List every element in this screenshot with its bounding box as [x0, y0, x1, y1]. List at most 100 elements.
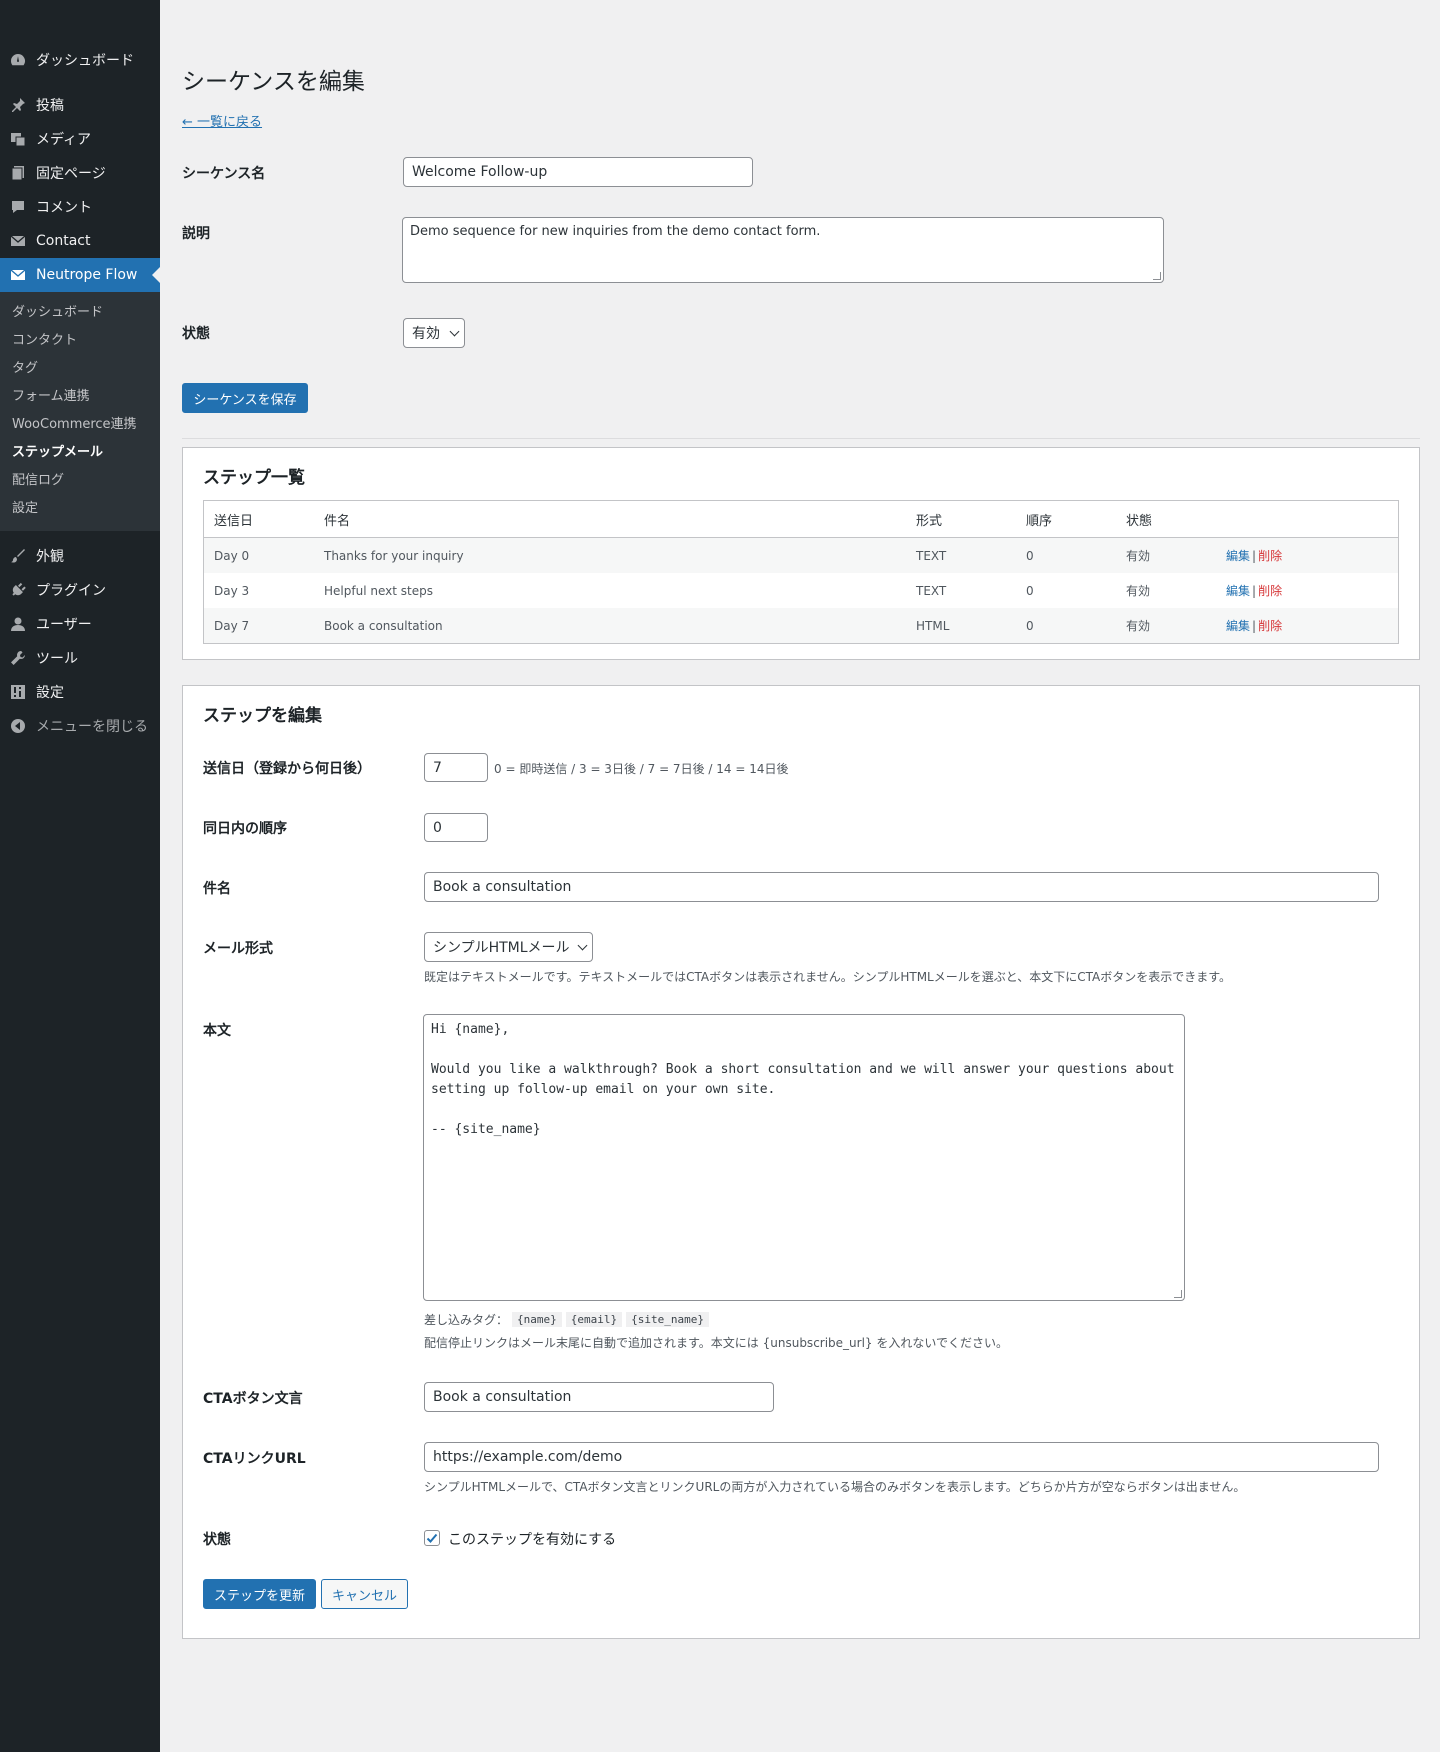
step-enabled-label[interactable]: このステップを有効にする [448, 1529, 616, 1549]
step-edit-card: ステップを編集 送信日（登録から何日後） 7 0 = 即時送信 / 3 = 3日… [182, 685, 1420, 1639]
cell-actions: 編集 | 削除 [1216, 547, 1396, 564]
resize-handle[interactable] [1153, 272, 1161, 280]
action-separator: | [1252, 619, 1257, 633]
sidebar-submenu: ダッシュボード コンタクト タグ フォーム連携 WooCommerce連携 ステ… [0, 292, 160, 531]
brush-icon [9, 547, 27, 565]
cell-actions: 編集 | 削除 [1216, 582, 1396, 599]
checkmark-icon [426, 1533, 438, 1543]
submenu-item-form-integration[interactable]: フォーム連携 [0, 383, 160, 411]
chevron-down-icon [449, 326, 460, 336]
subject-label: 件名 [203, 881, 231, 897]
subject-input[interactable]: Book a consultation [424, 872, 1379, 902]
step-enabled-checkbox[interactable] [424, 1530, 440, 1546]
chevron-down-icon [577, 940, 588, 950]
cell-send-day: Day 0 [214, 548, 250, 563]
mail-icon [9, 232, 27, 250]
sidebar-item-neutrope-flow[interactable]: Neutrope Flow [0, 258, 160, 292]
sidebar-item-label: 設定 [36, 685, 64, 701]
cell-format: HTML [916, 618, 950, 633]
sidebar-collapse-menu[interactable]: メニューを閉じる [0, 709, 160, 743]
sequence-status-value: 有効 [412, 326, 440, 342]
cancel-button[interactable]: キャンセル [321, 1579, 408, 1609]
cell-order: 0 [1026, 583, 1034, 598]
submenu-item-contacts[interactable]: コンタクト [0, 327, 160, 355]
steps-table: 送信日 件名 形式 順序 状態 Day 0 Thanks for your in… [203, 500, 1399, 644]
delete-step-link[interactable]: 削除 [1258, 619, 1282, 633]
table-row: Day 0 Thanks for your inquiry TEXT 0 有効 … [204, 538, 1398, 573]
submenu-item-step-mail[interactable]: ステップメール [0, 439, 160, 467]
action-separator: | [1252, 549, 1257, 563]
send-day-hint: 0 = 即時送信 / 3 = 3日後 / 7 = 7日後 / 14 = 14日後 [494, 762, 789, 776]
send-day-label: 送信日（登録から何日後） [203, 761, 371, 777]
cell-subject: Helpful next steps [324, 583, 433, 598]
body-textarea[interactable]: Hi {name}, Would you like a walkthrough?… [423, 1014, 1185, 1301]
sidebar-item-label: Neutrope Flow [36, 267, 138, 283]
cell-order: 0 [1026, 548, 1034, 563]
sidebar-item-label: ツール [36, 651, 78, 667]
submenu-item-woocommerce[interactable]: WooCommerce連携 [0, 411, 160, 439]
save-sequence-button[interactable]: シーケンスを保存 [182, 383, 308, 413]
delete-step-link[interactable]: 削除 [1258, 549, 1282, 563]
update-step-button[interactable]: ステップを更新 [203, 1579, 316, 1609]
sidebar-item-appearance[interactable]: 外観 [0, 539, 160, 573]
sidebar-item-tools[interactable]: ツール [0, 641, 160, 675]
mail-icon [9, 266, 27, 284]
column-header-order: 順序 [1026, 513, 1053, 529]
sidebar-item-media[interactable]: メディア [0, 122, 160, 156]
plug-icon [9, 581, 27, 599]
sidebar-item-plugins[interactable]: プラグイン [0, 573, 160, 607]
collapse-icon [9, 717, 27, 735]
steps-list-title: ステップ一覧 [203, 468, 305, 488]
merge-tag-site-name: {site_name} [626, 1312, 709, 1327]
edit-step-link[interactable]: 編集 [1226, 584, 1250, 598]
user-icon [9, 615, 27, 633]
mail-format-label: メール形式 [203, 941, 273, 957]
merge-tags-row: 差し込みタグ： {name} {email} {site_name} [424, 1311, 709, 1328]
submenu-item-tags[interactable]: タグ [0, 355, 160, 383]
cta-url-hint: シンプルHTMLメールで、CTAボタン文言とリンクURLの両方が入力されている場… [424, 1480, 1246, 1494]
cell-status: 有効 [1126, 619, 1151, 633]
cell-format: TEXT [916, 583, 947, 598]
wrench-icon [9, 649, 27, 667]
order-input[interactable]: 0 [424, 813, 488, 842]
edit-step-link[interactable]: 編集 [1226, 549, 1250, 563]
back-to-list-link[interactable]: ← 一覧に戻る [182, 111, 262, 130]
sidebar-item-label: プラグイン [36, 583, 106, 599]
cell-format: TEXT [916, 548, 947, 563]
description-textarea[interactable]: Demo sequence for new inquiries from the… [402, 217, 1164, 283]
description-text: Demo sequence for new inquiries from the… [410, 224, 821, 239]
sidebar-item-comments[interactable]: コメント [0, 190, 160, 224]
sidebar-item-label: コメント [36, 200, 92, 216]
cell-subject: Thanks for your inquiry [324, 548, 464, 563]
sidebar-item-settings[interactable]: 設定 [0, 675, 160, 709]
sidebar-item-label: Contact [36, 233, 91, 249]
sidebar-item-dashboard[interactable]: ダッシュボード [0, 42, 160, 78]
submenu-item-settings[interactable]: 設定 [0, 495, 160, 523]
sequence-name-input[interactable]: Welcome Follow-up [403, 157, 753, 187]
sidebar-item-posts[interactable]: 投稿 [0, 88, 160, 122]
sidebar-item-contact[interactable]: Contact [0, 224, 160, 258]
table-row: Day 7 Book a consultation HTML 0 有効 編集 | 削… [204, 608, 1398, 643]
resize-handle[interactable] [1174, 1290, 1182, 1298]
mail-format-value: シンプルHTMLメール [433, 940, 570, 956]
mail-format-select[interactable]: シンプルHTMLメール [424, 932, 593, 962]
cta-text-input[interactable]: Book a consultation [424, 1382, 774, 1412]
column-header-format: 形式 [916, 513, 943, 529]
step-status-label: 状態 [203, 1532, 231, 1548]
action-separator: | [1252, 584, 1257, 598]
dashboard-icon [9, 51, 27, 69]
sequence-name-label: シーケンス名 [182, 166, 266, 182]
sidebar-item-users[interactable]: ユーザー [0, 607, 160, 641]
cell-send-day: Day 3 [214, 583, 250, 598]
submenu-item-delivery-log[interactable]: 配信ログ [0, 467, 160, 495]
delete-step-link[interactable]: 削除 [1258, 584, 1282, 598]
submenu-item-dashboard[interactable]: ダッシュボード [0, 299, 160, 327]
edit-step-link[interactable]: 編集 [1226, 619, 1250, 633]
sidebar-item-pages[interactable]: 固定ページ [0, 156, 160, 190]
table-row: Day 3 Helpful next steps TEXT 0 有効 編集 | 削除 [204, 573, 1398, 608]
send-day-input[interactable]: 7 [424, 753, 488, 782]
sequence-status-select[interactable]: 有効 [403, 318, 465, 348]
cta-url-input[interactable]: https://example.com/demo [424, 1442, 1379, 1472]
sequence-status-label: 状態 [182, 326, 210, 342]
